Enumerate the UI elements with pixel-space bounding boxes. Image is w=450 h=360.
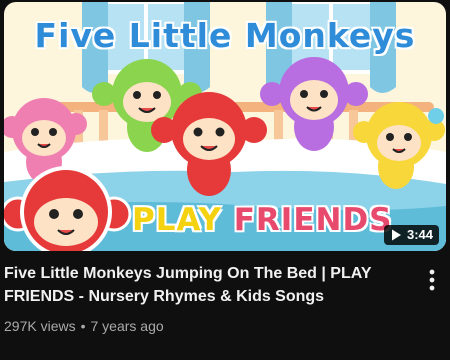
more-vert-icon: [429, 269, 435, 291]
meta-separator: •: [80, 318, 86, 334]
duration-text: 3:44: [406, 227, 433, 242]
play-icon: [391, 229, 401, 241]
brand-word-play: PLAY: [132, 202, 222, 238]
more-actions-button[interactable]: [420, 268, 444, 292]
duration-badge: 3:44: [383, 225, 439, 245]
upload-age: 7 years ago: [90, 318, 164, 334]
video-title[interactable]: Five Little Monkeys Jumping On The Bed |…: [4, 262, 409, 308]
thumbnail-title-text: Five Little Monkeys: [34, 16, 416, 55]
brand-word-friends: FRIENDS: [221, 202, 393, 238]
video-card[interactable]: Five Little Monkeys PLAY FRIENDS 3:44 Fi…: [0, 0, 450, 360]
brand-logo-text: PLAY FRIENDS: [132, 202, 393, 238]
video-metadata: 297K views • 7 years ago: [4, 316, 164, 336]
video-thumbnail[interactable]: Five Little Monkeys PLAY FRIENDS 3:44: [4, 2, 446, 251]
view-count: 297K views: [4, 318, 76, 334]
